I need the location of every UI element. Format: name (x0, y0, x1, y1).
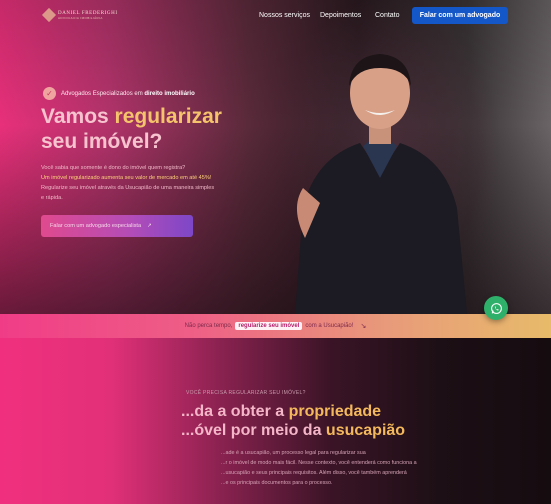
promo-banner[interactable]: Não perca tempo, regularize seu imóvel c… (0, 314, 551, 338)
sub-line-2: Um imóvel regularizado aumenta seu valor… (41, 175, 212, 181)
sub-line-3: Regularize seu imóvel através da Usucapi… (41, 185, 215, 191)
specialty-badge: ✓ Advogados Especializados em direito im… (43, 87, 195, 100)
hero-headline: Vamos regularizar seu imóvel? (41, 104, 222, 154)
banner-highlight: regularize seu imóvel (235, 322, 303, 330)
cta-label: Falar com um advogado especialista (50, 223, 142, 229)
top-nav: DANIEL FREDERIGHI ADVOCACIA IMOBILIÁRIA … (0, 0, 551, 32)
title-line1-b: propriedade (288, 403, 382, 420)
brand-logo[interactable]: DANIEL FREDERIGHI ADVOCACIA IMOBILIÁRIA (41, 7, 118, 23)
para-line-3: ...usucapião e seus principais requisito… (221, 470, 407, 476)
headline-part2: seu imóvel? (41, 130, 163, 153)
badge-highlight: direito imobiliário (144, 90, 195, 97)
banner-prefix: Não perca tempo, (184, 323, 233, 329)
talk-to-lawyer-button[interactable]: Falar com um advogado (412, 7, 508, 24)
section-eyebrow: VOCÊ PRECISA REGULARIZAR SEU IMÓVEL? (186, 390, 306, 396)
sub-line-4: e rápida. (41, 195, 63, 201)
section-title: ...da a obter a propriedade ...óvel por … (181, 402, 405, 440)
arrow-up-right-icon: ↗ (147, 223, 152, 229)
logo-mark (41, 7, 57, 23)
section-paragraph: ...ade é a usucapião, um processo legal … (221, 448, 451, 488)
hero-description: Você sabia que somente é dono do imóvel … (41, 163, 251, 203)
nav-link-contato[interactable]: Contato (375, 12, 400, 19)
title-line2-b: usucapião (325, 422, 406, 439)
title-line2-a: ...óvel por meio da (181, 422, 326, 439)
para-line-4: ...e os principais documentos para o pro… (221, 480, 333, 486)
headline-highlight: regularizar (114, 105, 222, 128)
headline-part1: Vamos (41, 105, 115, 128)
logo-tagline: ADVOCACIA IMOBILIÁRIA (58, 15, 103, 20)
whatsapp-icon (490, 302, 502, 314)
lawyer-photo (295, 54, 467, 314)
para-line-1: ...ade é a usucapião, um processo legal … (221, 450, 366, 456)
para-line-2: ...r o imóvel de modo mais fácil. Nesse … (221, 460, 417, 466)
logo-wordmark: DANIEL FREDERIGHI ADVOCACIA IMOBILIÁRIA (58, 11, 118, 20)
whatsapp-button[interactable] (484, 296, 508, 320)
title-line1-a: ...da a obter a (181, 403, 289, 420)
badge-prefix: Advogados Especializados em (61, 90, 145, 97)
nav-link-servicos[interactable]: Nossos serviços (259, 12, 310, 19)
logo-name: DANIEL FREDERIGHI (58, 10, 118, 16)
banner-suffix: com a Usucapião! (305, 323, 354, 329)
badge-text: Advogados Especializados em direito imob… (61, 91, 195, 97)
arrow-down-right-icon: ↘ (360, 323, 367, 330)
specialist-cta-button[interactable]: Falar com um advogado especialista ↗ (41, 215, 193, 237)
check-badge-icon: ✓ (43, 87, 56, 100)
sub-line-1: Você sabia que somente é dono do imóvel … (41, 165, 186, 171)
nav-link-depoimentos[interactable]: Depoimentos (320, 12, 361, 19)
